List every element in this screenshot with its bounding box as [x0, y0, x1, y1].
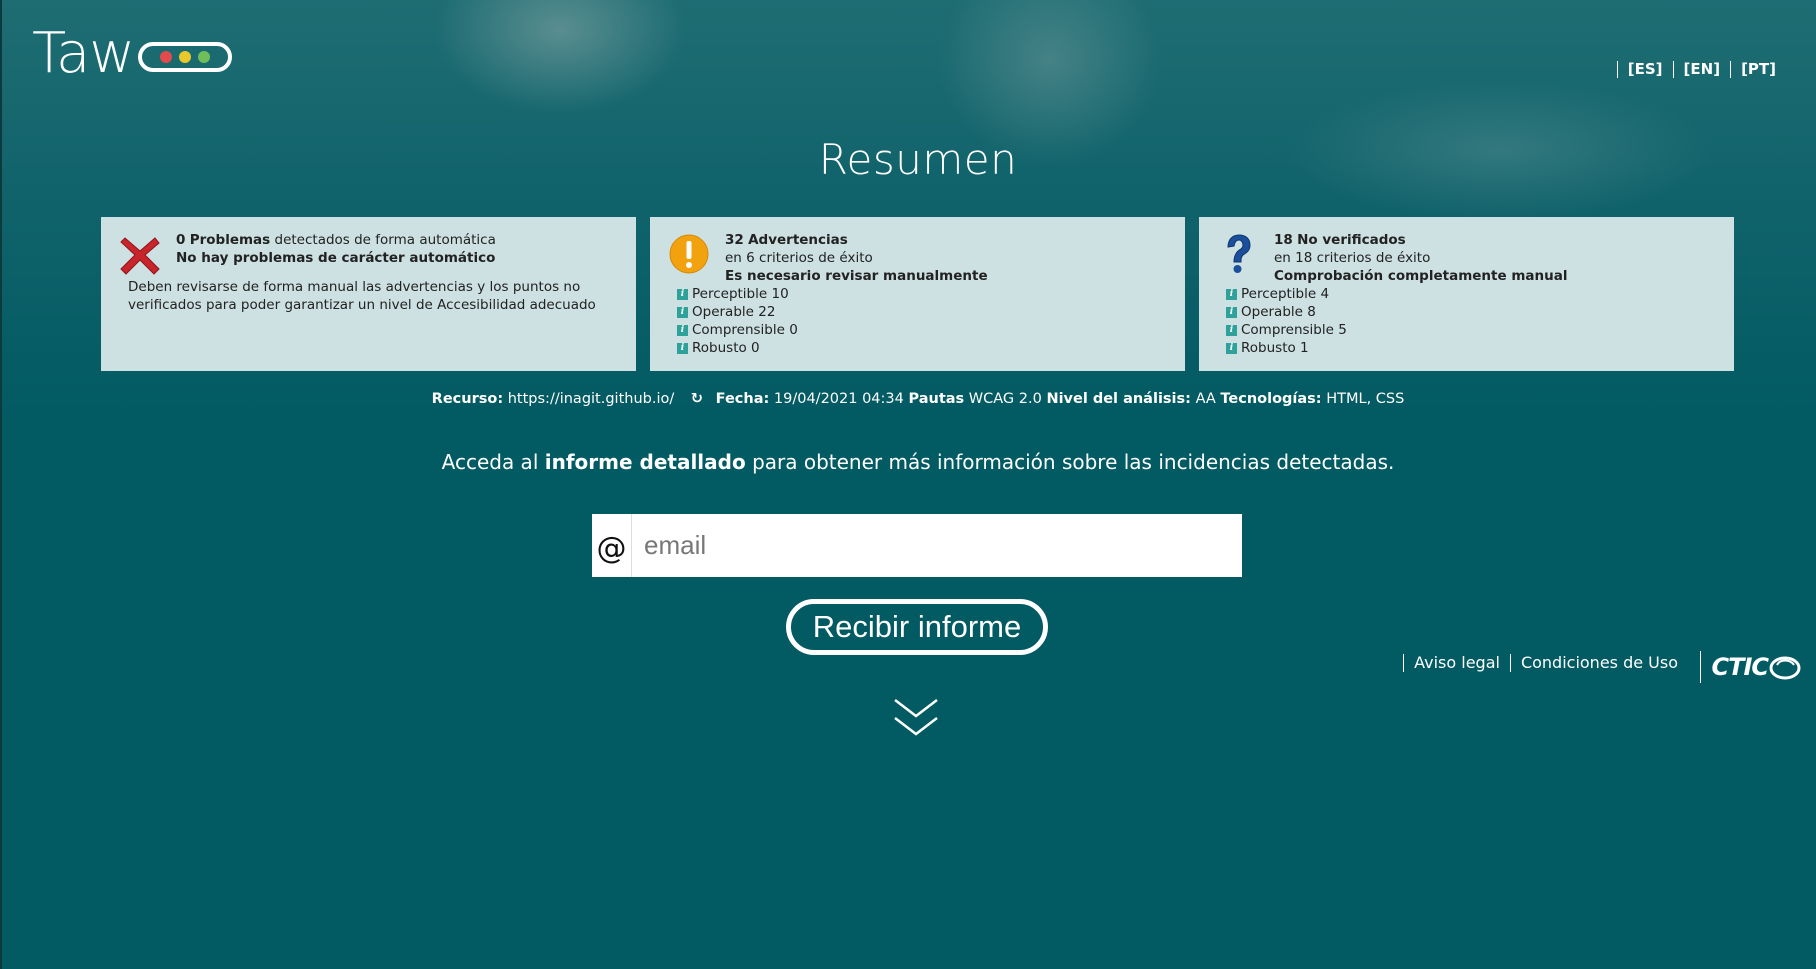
lang-en[interactable]: [EN]: [1672, 61, 1731, 78]
warnings-criteria: en 6 criterios de éxito: [725, 250, 873, 266]
prompt-pre: Acceda al: [441, 450, 539, 474]
yellow-dot: [179, 50, 192, 63]
info-icon: i: [677, 288, 688, 300]
analysis-meta: Recurso: https://inagit.github.io/ ↻ Fec…: [0, 391, 1816, 407]
unverified-list: i Perceptible 4 i Operable 8 i Comprensible…: [1226, 285, 1347, 357]
resource-link[interactable]: https://inagit.github.io/: [508, 391, 675, 407]
info-icon: i: [1226, 306, 1237, 318]
problems-desc: detectados de forma automática: [274, 232, 496, 248]
info-icon: i: [677, 324, 688, 336]
problems-count: 0: [176, 232, 186, 248]
question-mark-icon: [1227, 234, 1251, 273]
guidelines-value: WCAG 2.0: [968, 391, 1042, 407]
date-value: 19/04/2021 04:34: [773, 391, 904, 407]
at-sign-icon: @: [592, 514, 632, 577]
scroll-down-chevron-icon[interactable]: [893, 698, 939, 738]
tech-value: HTML, CSS: [1326, 391, 1405, 407]
list-item[interactable]: i Operable 8: [1226, 303, 1347, 321]
lang-pt[interactable]: [PT]: [1730, 61, 1786, 78]
item-label: Operable 8: [1241, 304, 1316, 320]
item-label: Operable 22: [692, 304, 776, 320]
warnings-summary: 32 Advertencias en 6 criterios de éxito …: [725, 231, 988, 285]
unverified-label: No verificados: [1297, 232, 1406, 248]
unverified-count: 18: [1274, 232, 1293, 248]
report-prompt: Acceda al informe detallado para obtener…: [0, 450, 1816, 474]
unverified-card: 18 No verificados en 18 criterios de éxi…: [1199, 217, 1734, 371]
problems-note: Deben revisarse de forma manual las adve…: [128, 279, 596, 313]
receive-report-button[interactable]: Recibir informe: [786, 599, 1048, 655]
info-icon: i: [677, 342, 688, 354]
item-label: Robusto 1: [1241, 340, 1309, 356]
level-value: AA: [1195, 391, 1216, 407]
terms-of-use-link[interactable]: Condiciones de Uso: [1509, 654, 1688, 672]
ctic-logo[interactable]: CTIC: [1700, 651, 1802, 683]
date-label: Fecha:: [715, 391, 770, 407]
warnings-count: 32: [725, 232, 744, 248]
warnings-label: Advertencias: [748, 232, 848, 248]
list-item[interactable]: i Robusto 0: [677, 339, 798, 357]
info-icon: i: [1226, 324, 1237, 336]
list-item[interactable]: i Perceptible 4: [1226, 285, 1347, 303]
email-field-group: @: [592, 514, 1242, 577]
page-title: Resumen: [818, 135, 1018, 184]
logo-text: Taw: [32, 20, 135, 86]
level-label: Nivel del análisis:: [1046, 391, 1191, 407]
info-icon: i: [1226, 288, 1237, 300]
unverified-line3: Comprobación completamente manual: [1274, 268, 1568, 284]
list-item[interactable]: i Perceptible 10: [677, 285, 798, 303]
tech-label: Tecnologías:: [1220, 391, 1322, 407]
list-item[interactable]: i Robusto 1: [1226, 339, 1347, 357]
item-label: Robusto 0: [692, 340, 760, 356]
legal-notice-link[interactable]: Aviso legal: [1403, 654, 1510, 672]
warnings-card: 32 Advertencias en 6 criterios de éxito …: [650, 217, 1185, 371]
red-dot: [160, 50, 173, 63]
item-label: Comprensible 0: [692, 322, 798, 338]
unverified-criteria: en 18 criterios de éxito: [1274, 250, 1431, 266]
lang-es[interactable]: [ES]: [1616, 61, 1673, 78]
warnings-list: i Perceptible 10 i Operable 22 i Comprensib…: [677, 285, 798, 357]
problems-line2: No hay problemas de carácter automático: [176, 250, 496, 266]
warning-exclamation-icon: [669, 234, 709, 274]
prompt-bold: informe detallado: [544, 450, 746, 474]
item-label: Perceptible 10: [692, 286, 789, 302]
resource-label: Recurso:: [431, 391, 504, 407]
ctic-logo-text: CTIC: [1711, 653, 1769, 681]
green-dot: [198, 50, 211, 63]
item-label: Comprensible 5: [1241, 322, 1347, 338]
guidelines-label: Pautas: [908, 391, 965, 407]
list-item[interactable]: i Operable 22: [677, 303, 798, 321]
language-switcher: [ES] [EN] [PT]: [1616, 61, 1786, 78]
unverified-summary: 18 No verificados en 18 criterios de éxi…: [1274, 231, 1567, 285]
ctic-swirl-icon: [1769, 656, 1801, 680]
footer-links: Aviso legal Condiciones de Uso: [1403, 654, 1688, 672]
list-item[interactable]: i Comprensible 0: [677, 321, 798, 339]
prompt-post: para obtener más información sobre las i…: [752, 450, 1395, 474]
traffic-light-icon: [138, 41, 233, 72]
email-input[interactable]: [632, 514, 1242, 577]
problems-label: Problemas: [189, 232, 271, 248]
item-label: Perceptible 4: [1241, 286, 1330, 302]
list-item[interactable]: i Comprensible 5: [1226, 321, 1347, 339]
refresh-icon[interactable]: ↻: [691, 391, 703, 407]
info-icon: i: [1226, 342, 1237, 354]
problems-summary: 0 Problemas detectados de forma automáti…: [176, 231, 496, 267]
problems-card: 0 Problemas detectados de forma automáti…: [101, 217, 636, 371]
taw-logo[interactable]: Taw: [32, 20, 233, 86]
warnings-line3: Es necesario revisar manualmente: [725, 268, 988, 284]
error-x-icon: [120, 237, 160, 275]
info-icon: i: [677, 306, 688, 318]
